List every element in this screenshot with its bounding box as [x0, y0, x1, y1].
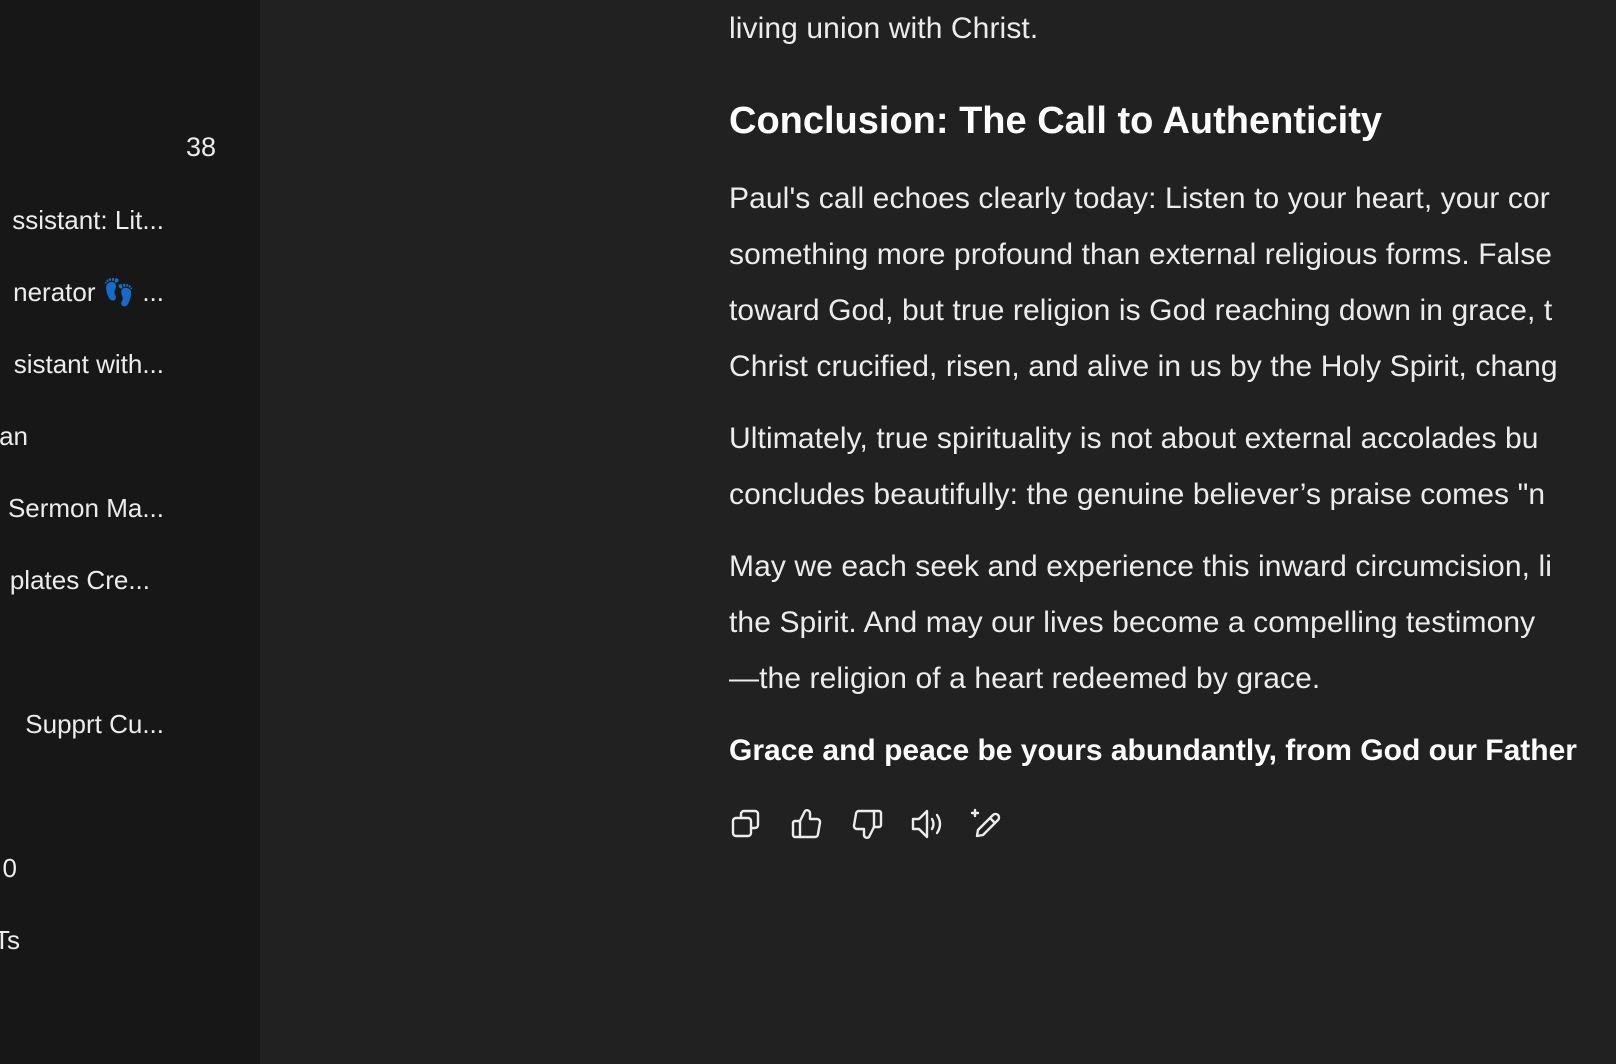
- read-aloud-button[interactable]: [909, 806, 945, 842]
- message-text-line: concludes beautifully: the genuine belie…: [729, 478, 1546, 511]
- sidebar-count: 38: [186, 132, 217, 162]
- thumbs-up-icon: [791, 809, 822, 839]
- sidebar-chat-item[interactable]: an: [0, 420, 28, 452]
- edit-icon: [970, 808, 1001, 838]
- edit-button[interactable]: [969, 806, 1005, 842]
- copy-button[interactable]: [729, 806, 765, 842]
- sidebar-chat-item[interactable]: nerator 👣 ...: [13, 276, 164, 308]
- message-closing: Grace and peace be yours abundantly, fro…: [729, 734, 1577, 767]
- message-text-line: something more profound than external re…: [729, 238, 1553, 271]
- message-text-line: May we each seek and experience this inw…: [729, 550, 1553, 583]
- copy-icon: [731, 809, 760, 838]
- message-text-line: living union with Christ.: [729, 12, 1039, 45]
- sidebar-chat-item[interactable]: 0: [3, 852, 17, 884]
- message-text-line: toward God, but true religion is God rea…: [729, 294, 1553, 327]
- sidebar-chat-item[interactable]: Supprt Cu...: [25, 708, 164, 740]
- sidebar: 38 ssistant: Lit... nerator 👣 ... sistan…: [0, 0, 260, 1064]
- sidebar-chat-item[interactable]: Sermon Ma...: [8, 492, 164, 524]
- sidebar-chat-item[interactable]: sistant with...: [14, 348, 164, 380]
- app: 38 ssistant: Lit... nerator 👣 ... sistan…: [0, 0, 1616, 1064]
- message-text-line: Ultimately, true spirituality is not abo…: [729, 422, 1539, 455]
- thumbs-up-button[interactable]: [789, 806, 825, 842]
- read-aloud-icon: [911, 809, 942, 839]
- message-text-line: Christ crucified, risen, and alive in us…: [729, 350, 1558, 383]
- message-text-line: Paul's call echoes clearly today: Listen…: [729, 182, 1550, 215]
- thumbs-down-icon: [852, 809, 883, 839]
- sidebar-chat-item[interactable]: ssistant: Lit...: [12, 204, 164, 236]
- thumbs-down-button[interactable]: [849, 806, 885, 842]
- message-text-line: the Spirit. And may our lives become a c…: [729, 606, 1536, 639]
- message-text-line: —the religion of a heart redeemed by gra…: [729, 662, 1321, 695]
- sidebar-chat-item[interactable]: Ts: [0, 924, 20, 956]
- message-heading: Conclusion: The Call to Authenticity: [729, 100, 1383, 142]
- sidebar-chat-item[interactable]: plates Cre...: [10, 564, 150, 596]
- main-panel: living union with Christ. Conclusion: Th…: [260, 0, 1616, 1064]
